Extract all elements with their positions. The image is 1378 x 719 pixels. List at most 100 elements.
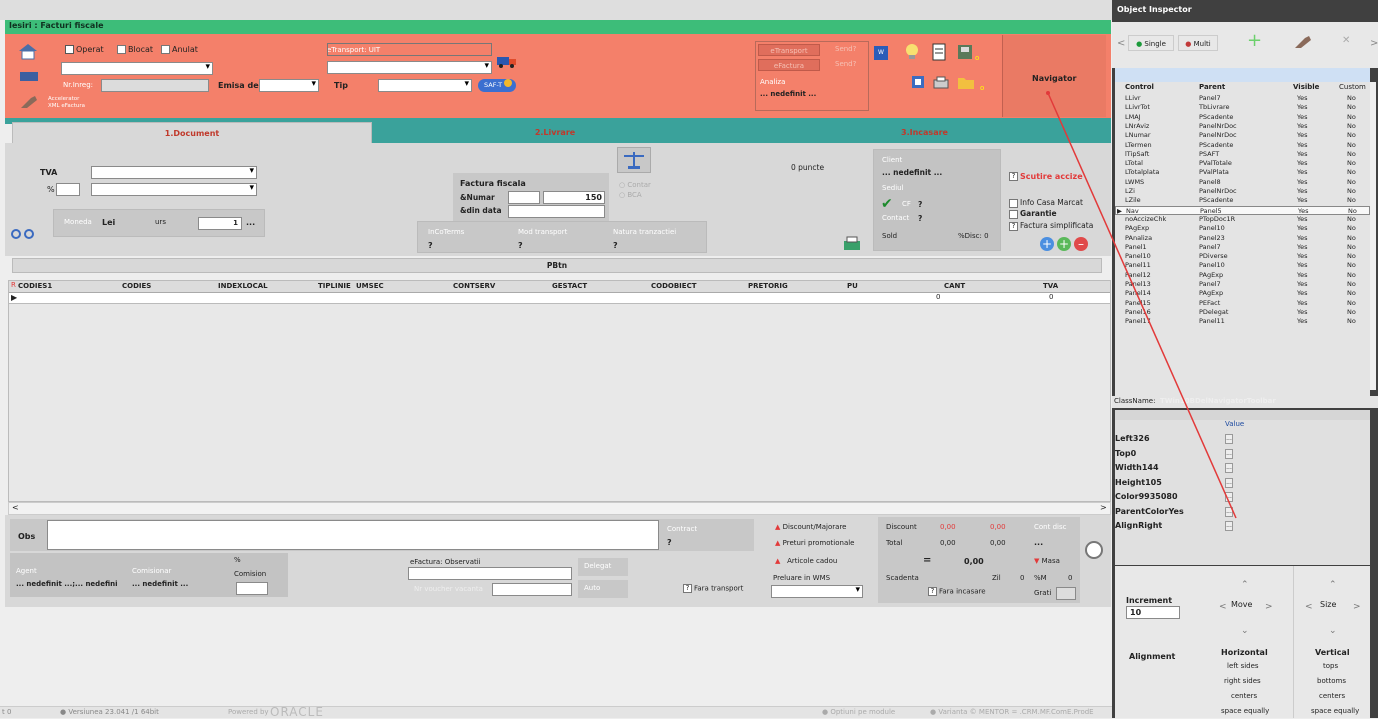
plus-icon[interactable]: +	[1247, 30, 1262, 51]
h-right-sides[interactable]: right sides	[1224, 677, 1261, 685]
property-value[interactable]: 9935080	[1139, 492, 1178, 501]
size-up-icon[interactable]: ⌃	[1329, 580, 1337, 590]
scroll-left-icon[interactable]: <	[12, 503, 19, 512]
prev-icon[interactable]: <	[1117, 38, 1125, 49]
word-icon[interactable]: W	[874, 46, 888, 60]
etransport-dropdown[interactable]	[327, 61, 492, 74]
list-item[interactable]: PAgExp Panel10 Yes No	[1115, 224, 1370, 233]
move-left-icon[interactable]: <	[1219, 602, 1227, 612]
list-item[interactable]: LTotal PValTotale Yes No	[1115, 159, 1370, 168]
clock-icon[interactable]	[1085, 541, 1103, 559]
tab-document[interactable]: 1.Document	[12, 122, 372, 143]
h-space-equally[interactable]: space equally	[1221, 707, 1269, 715]
pbtn-bar[interactable]: PBtn	[12, 258, 1102, 273]
items-grid[interactable]: R CODIES1 CODIES INDEXLOCAL TIPLINIE UMS…	[8, 280, 1111, 502]
scale-icon[interactable]	[617, 147, 651, 173]
h-centers[interactable]: centers	[1231, 692, 1257, 700]
col-codies1[interactable]: CODIES1	[16, 281, 52, 292]
list-item[interactable]: LTermen PScadente Yes No	[1115, 141, 1370, 150]
property-row[interactable]: Top... 0	[1115, 447, 1370, 461]
increment-input[interactable]: 10	[1126, 606, 1180, 619]
list-item[interactable]: Panel16 PDelegat Yes No	[1115, 308, 1370, 317]
tab-livrare[interactable]: 2.Livrare	[372, 122, 738, 143]
list-scrollbar[interactable]	[1370, 82, 1376, 390]
col-umsec[interactable]: UMSEC	[354, 281, 384, 292]
property-value[interactable]: 326	[1133, 434, 1150, 443]
efactura-send-button[interactable]: eFactura	[758, 59, 820, 71]
cant-cell[interactable]: 0	[936, 293, 940, 301]
voucher-input[interactable]	[492, 583, 572, 596]
list-item[interactable]: PAnaliza Panel23 Yes No	[1115, 234, 1370, 243]
property-row[interactable]: ParentColor... Yes	[1115, 505, 1370, 519]
document-icon[interactable]	[931, 43, 947, 61]
open-folder-icon[interactable]	[957, 75, 975, 90]
tab-incasare[interactable]: 3.Incasare	[738, 122, 1111, 143]
list-item[interactable]: Nav Panel5 Yes No ▶	[1115, 205, 1370, 215]
property-row[interactable]: Left... 326	[1115, 432, 1370, 446]
folder-icon[interactable]	[19, 70, 39, 82]
col-pu[interactable]: PU	[845, 281, 858, 292]
grati-input[interactable]	[1056, 587, 1076, 600]
auto-panel[interactable]: Auto	[578, 580, 628, 598]
property-row[interactable]: Height... 105	[1115, 476, 1370, 490]
preturi-promotionale-button[interactable]: ▲ Preturi promotionale	[775, 539, 854, 547]
scutire-accize-button[interactable]: ? Scutire accize	[1009, 172, 1083, 181]
col-pretorig[interactable]: PRETORIG	[746, 281, 788, 292]
obs-input[interactable]	[47, 520, 659, 550]
table-row[interactable]: ▶ 0 0	[9, 293, 1110, 304]
property-value[interactable]: 144	[1142, 463, 1159, 472]
list-item[interactable]: Panel11 Panel10 Yes No	[1115, 261, 1370, 270]
add-blue-icon[interactable]: +	[1040, 237, 1054, 251]
list-item[interactable]: Panel14 PAgExp Yes No	[1115, 289, 1370, 298]
properties-panel[interactable]: Value Left... 326 Top... 0 Width... 144 Height…	[1115, 410, 1370, 565]
property-row[interactable]: Color... 9935080	[1115, 490, 1370, 504]
list-item[interactable]: noAccizeChk PTopDoc1R Yes No	[1115, 215, 1370, 224]
controls-list[interactable]: Control Parent Visible Custom LLivr Panel…	[1115, 68, 1370, 396]
list-item[interactable]: LNumar PanelNrDoc Yes No	[1115, 131, 1370, 140]
anulat-checkbox[interactable]: Anulat	[161, 45, 198, 54]
agent-value[interactable]: ... nedefinit ...;... nedefini	[16, 580, 118, 588]
list-item[interactable]: LZile PScadente Yes No	[1115, 196, 1370, 205]
col-contserv[interactable]: CONTSERV	[451, 281, 495, 292]
col-cant[interactable]: CANT	[942, 281, 965, 292]
scroll-right-icon[interactable]: >	[1100, 503, 1107, 512]
cf-value[interactable]: ?	[918, 200, 922, 209]
zoom-in-icon[interactable]	[11, 229, 21, 239]
move-button[interactable]: Move	[1231, 600, 1252, 609]
client-value[interactable]: ... nedefinit ...	[882, 168, 942, 177]
list-item[interactable]: Panel13 Panel7 Yes No	[1115, 280, 1370, 289]
operat-checkbox[interactable]: Operat	[65, 45, 104, 54]
list-item[interactable]: lTipSaft PSAFT Yes No	[1115, 150, 1370, 159]
incoterms-value[interactable]: ?	[428, 241, 433, 250]
property-row[interactable]: Width... 144	[1115, 461, 1370, 475]
natura-value[interactable]: ?	[613, 241, 618, 250]
list-item[interactable]: LWMS Panel8 Yes No	[1115, 178, 1370, 187]
property-row[interactable]: Align... Right	[1115, 519, 1370, 533]
save-icon[interactable]	[957, 43, 973, 61]
next-icon[interactable]: >	[1370, 38, 1378, 49]
contract-value[interactable]: ?	[667, 538, 672, 547]
list-item[interactable]: Panel17 Panel11 Yes No	[1115, 317, 1370, 326]
h-left-sides[interactable]: left sides	[1227, 662, 1259, 670]
din-data-input[interactable]	[508, 205, 605, 218]
size-left-icon[interactable]: <	[1305, 602, 1313, 612]
property-value[interactable]: Yes	[1169, 507, 1184, 516]
add-green-icon[interactable]: +	[1057, 237, 1071, 251]
discount-majorare-button[interactable]: ▲ Discount/Majorare	[775, 523, 846, 531]
curs-dots[interactable]: ...	[246, 218, 255, 227]
single-button[interactable]: ● Single	[1128, 35, 1174, 51]
garantie-checkbox[interactable]: Garantie	[1009, 209, 1057, 219]
v-bottoms[interactable]: bottoms	[1317, 677, 1346, 685]
tva-dropdown-2[interactable]	[91, 183, 257, 196]
truck-icon[interactable]	[496, 54, 518, 68]
list-item[interactable]: LZi PanelNrDoc Yes No	[1115, 187, 1370, 196]
emisa-de-dropdown[interactable]	[259, 79, 319, 92]
property-ellipsis-button[interactable]: ...	[1225, 434, 1233, 444]
size-right-icon[interactable]: >	[1353, 602, 1361, 612]
zoom-out-icon[interactable]	[24, 229, 34, 239]
eraser-icon[interactable]	[1293, 34, 1313, 50]
move-right-icon[interactable]: >	[1265, 602, 1273, 612]
size-button[interactable]: Size	[1320, 600, 1336, 609]
multi-button[interactable]: ● Multi	[1178, 35, 1218, 51]
property-ellipsis-button[interactable]: ...	[1225, 448, 1233, 459]
